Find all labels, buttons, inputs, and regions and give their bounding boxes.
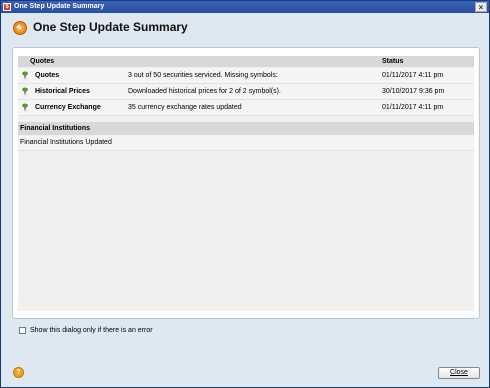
row-description: 3 out of 50 securities serviced. Missing… xyxy=(128,72,278,79)
update-icon xyxy=(13,21,27,35)
summary-list: Quotes Status Quotes 3 out of 50 securit… xyxy=(18,56,474,311)
table-row: Historical Prices Downloaded historical … xyxy=(18,84,474,100)
row-description: 35 currency exchange rates updated xyxy=(128,104,242,111)
pin-icon xyxy=(22,87,28,96)
row-name: Currency Exchange xyxy=(35,104,101,111)
error-only-label[interactable]: Show this dialog only if there is an err… xyxy=(30,326,153,335)
row-status: 01/11/2017 4:11 pm xyxy=(382,104,444,111)
row-description: Downloaded historical prices for 2 of 2 … xyxy=(128,88,281,95)
table-row: Quotes 3 out of 50 securities serviced. … xyxy=(18,68,474,84)
row-name: Quotes xyxy=(35,72,60,79)
pin-icon xyxy=(22,71,28,80)
row-status: 30/10/2017 9:36 pm xyxy=(382,88,445,95)
financial-message: Financial Institutions Updated xyxy=(20,139,112,146)
financial-institutions-row: Financial Institutions Updated xyxy=(18,136,474,151)
app-icon: $ xyxy=(3,3,11,11)
close-button[interactable]: Close xyxy=(438,367,480,379)
column-header-quotes: Quotes xyxy=(30,58,55,65)
table-row: Currency Exchange 35 currency exchange r… xyxy=(18,100,474,116)
dialog-window: $ One Step Update Summary × One Step Upd… xyxy=(0,0,490,388)
column-header-status: Status xyxy=(382,58,404,65)
financial-institutions-header: Financial Institutions xyxy=(18,122,474,135)
close-button-label: Close xyxy=(450,369,468,376)
table-header: Quotes Status xyxy=(18,56,474,67)
error-only-checkbox[interactable] xyxy=(19,327,26,334)
title-bar: $ One Step Update Summary × xyxy=(1,1,489,13)
page-title: One Step Update Summary xyxy=(33,20,188,34)
summary-panel: Quotes Status Quotes 3 out of 50 securit… xyxy=(12,47,480,319)
section-title: Financial Institutions xyxy=(20,125,91,132)
row-status: 01/11/2017 4:11 pm xyxy=(382,72,444,79)
row-name: Historical Prices xyxy=(35,88,90,95)
help-icon[interactable]: ? xyxy=(13,367,24,378)
pin-icon xyxy=(22,103,28,112)
window-title: One Step Update Summary xyxy=(14,3,105,10)
window-close-button[interactable]: × xyxy=(475,2,487,12)
